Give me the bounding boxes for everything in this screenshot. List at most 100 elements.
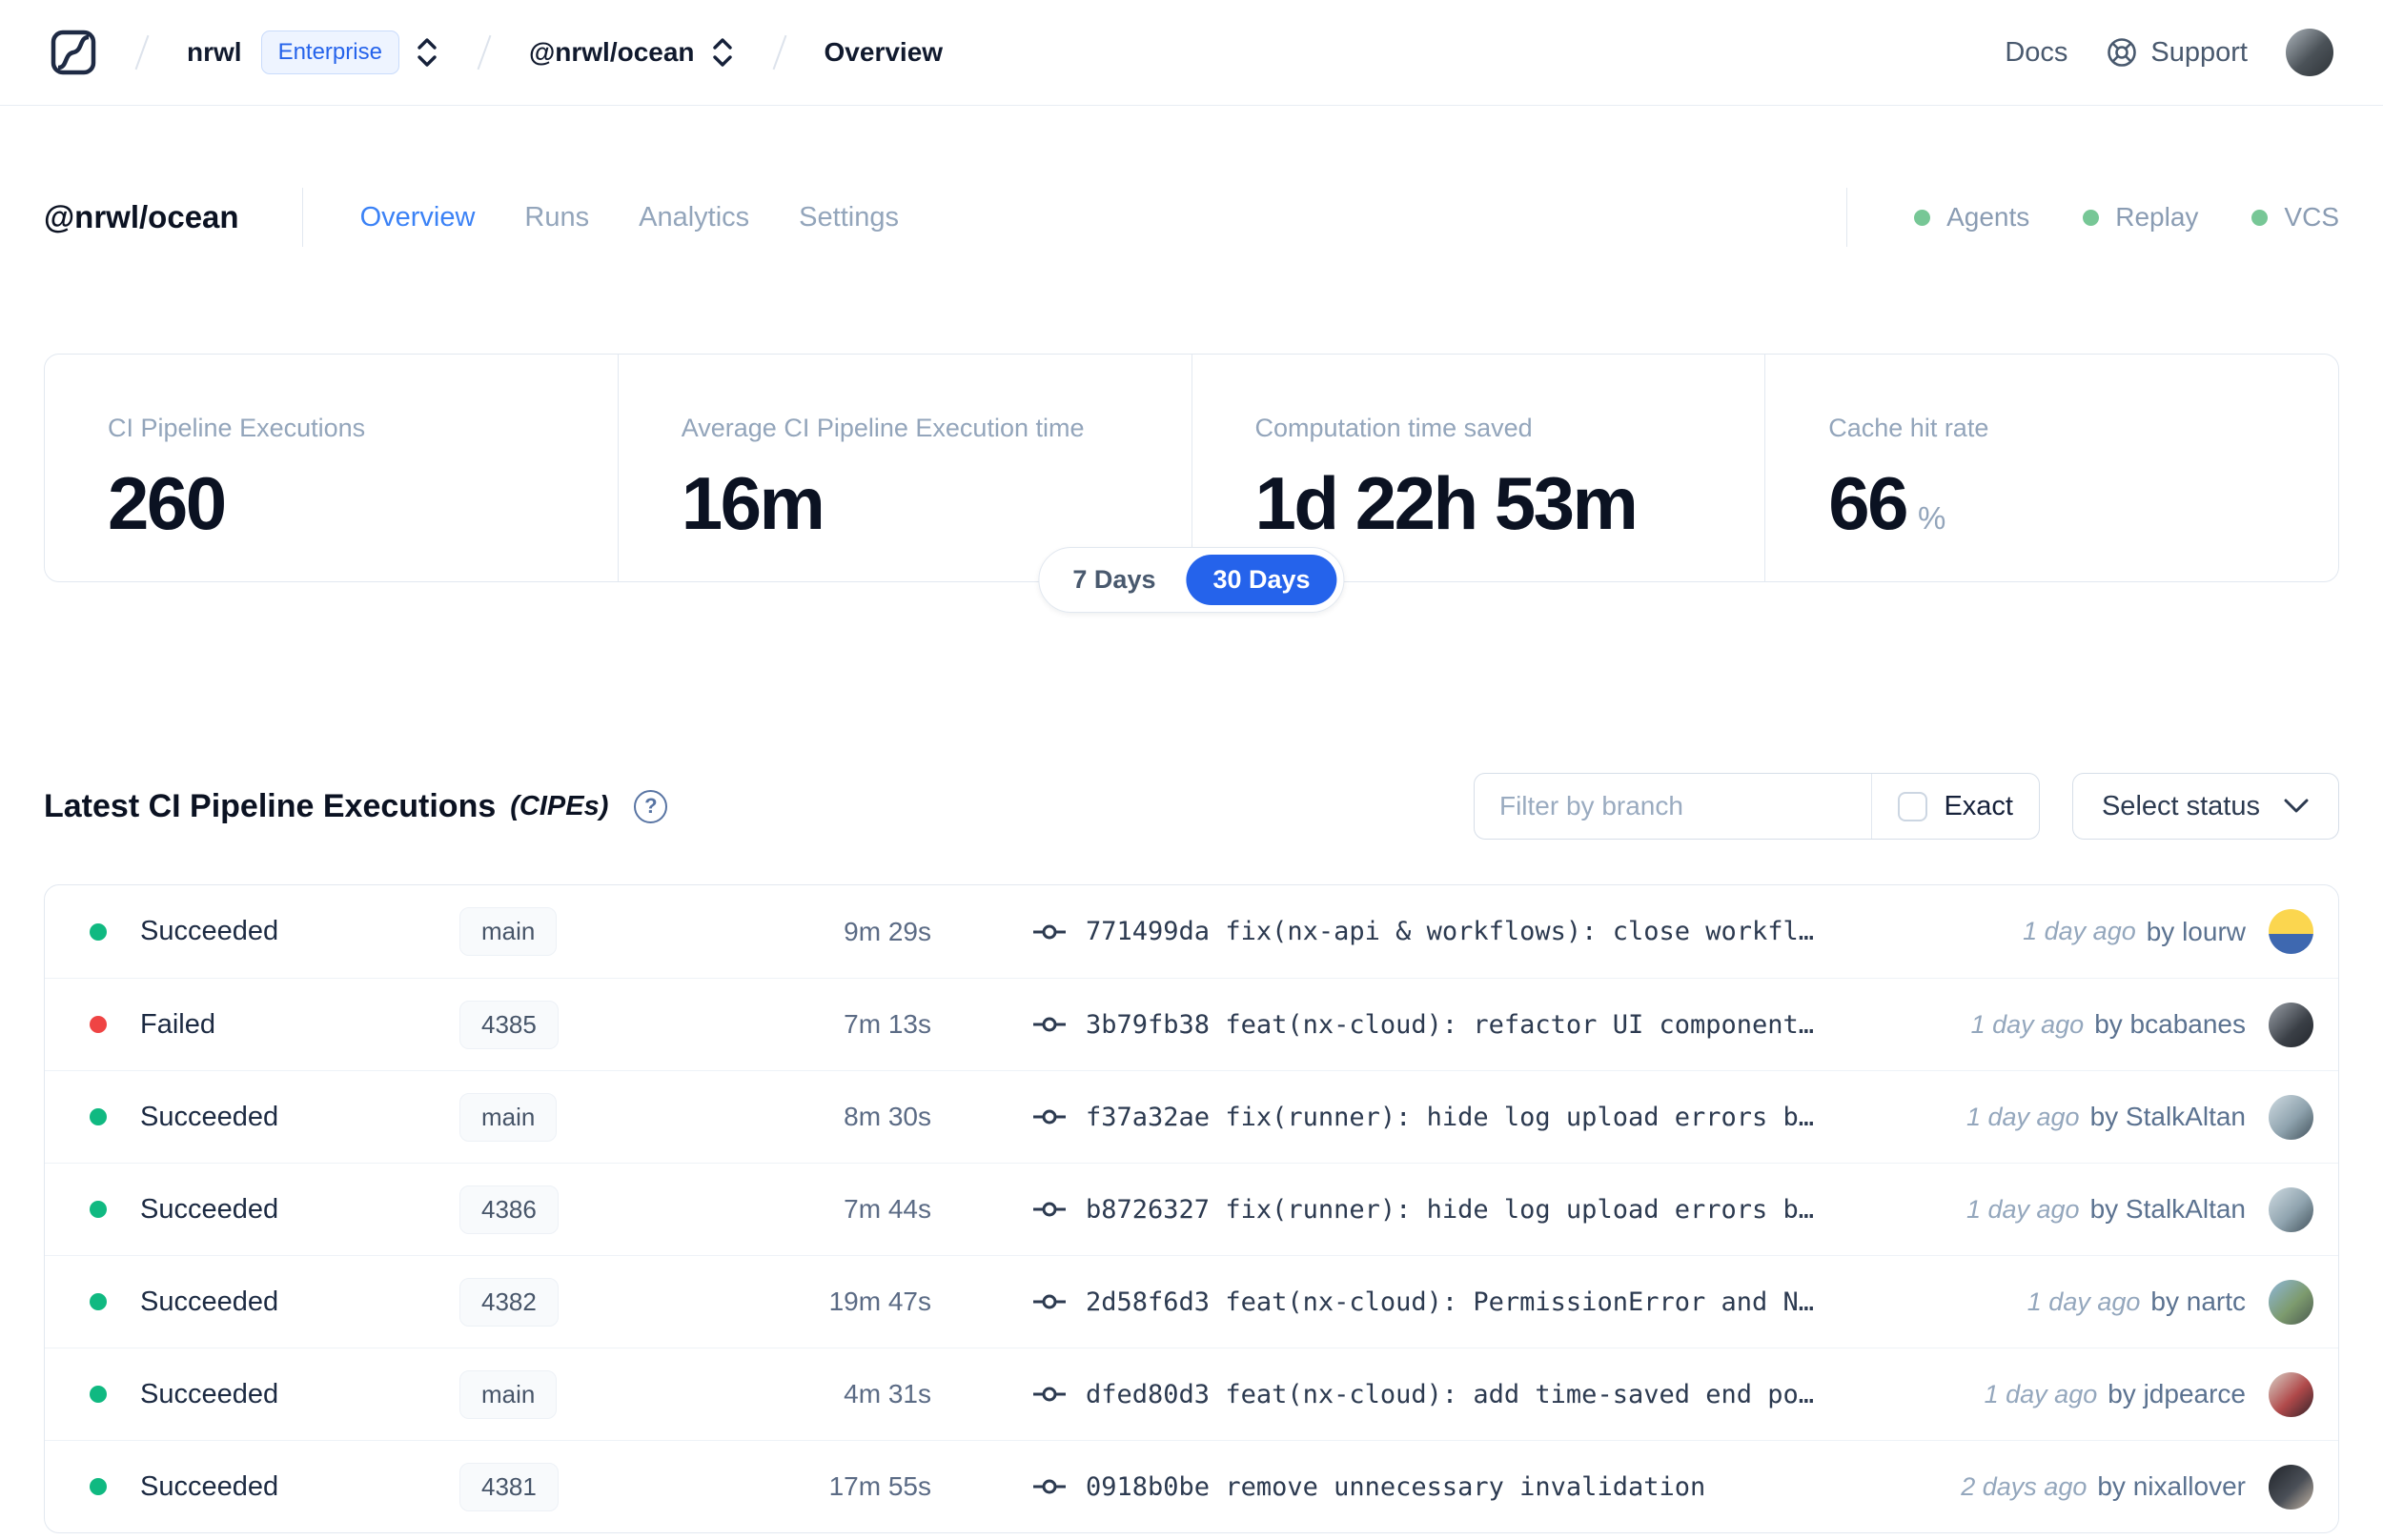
git-commit-icon: [1032, 1100, 1067, 1134]
stat-card: CI Pipeline Executions 260: [45, 355, 618, 581]
status-indicator-agents[interactable]: Agents: [1914, 202, 2029, 233]
range-option-30-days[interactable]: 30 Days: [1186, 555, 1337, 605]
commit-sha: 0918b0be: [1086, 1471, 1211, 1502]
duration-label: 8m 30s: [844, 1102, 931, 1131]
status-indicator-vcs[interactable]: VCS: [2251, 202, 2339, 233]
breadcrumb-workspace[interactable]: @nrwl/ocean: [529, 37, 695, 68]
branch-badge[interactable]: main: [459, 1092, 558, 1142]
branch-badge[interactable]: 4382: [459, 1277, 559, 1327]
commit-text[interactable]: 0918b0be remove unnecessary invalidation: [1086, 1472, 1705, 1502]
row-status-cell: Succeeded: [90, 1102, 459, 1133]
row-meta-cell: 1 day ago by lourw: [2023, 917, 2246, 947]
status-label: Succeeded: [140, 1378, 279, 1409]
avatar[interactable]: [2269, 909, 2313, 954]
section-title: Latest CI Pipeline Executions: [44, 787, 497, 824]
commit-message: feat(nx-cloud): add time-saved end po…: [1225, 1379, 1815, 1409]
nx-cloud-logo[interactable]: [50, 29, 97, 76]
status-label: Succeeded: [140, 1470, 279, 1502]
workspace-switcher-button[interactable]: [710, 36, 735, 69]
filters: Exact Select status: [1473, 773, 2339, 840]
table-row[interactable]: Succeeded main 4m 31s dfed80d3 feat(nx-c…: [45, 1348, 2338, 1440]
workspace-status-indicators: Agents Replay VCS: [1846, 188, 2339, 247]
tab-analytics[interactable]: Analytics: [639, 202, 749, 233]
stat-label: CI Pipeline Executions: [108, 414, 366, 442]
status-dot: [90, 1201, 107, 1218]
status-label: Failed: [140, 1008, 215, 1040]
avatar[interactable]: [2269, 1094, 2313, 1140]
top-navbar: nrwl Enterprise @nrwl/ocean Overview Doc…: [0, 0, 2383, 106]
commit-message: remove unnecessary invalidation: [1225, 1471, 1706, 1502]
commit-message: fix(nx-api & workflows): close workfl…: [1225, 917, 1815, 946]
avatar[interactable]: [2269, 1371, 2313, 1417]
breadcrumb: nrwl Enterprise @nrwl/ocean Overview: [50, 29, 943, 76]
breadcrumb-org[interactable]: nrwl: [187, 37, 242, 68]
branch-badge[interactable]: main: [459, 1369, 558, 1419]
branch-badge[interactable]: 4385: [459, 1000, 559, 1049]
commit-text[interactable]: dfed80d3 feat(nx-cloud): add time-saved …: [1086, 1380, 1814, 1409]
life-buoy-icon: [2106, 36, 2138, 69]
avatar[interactable]: [2269, 1464, 2313, 1510]
stat-value: 1d 22h 53m: [1254, 461, 1639, 545]
duration-label: 9m 29s: [844, 916, 931, 946]
row-meta-cell: 1 day ago by bcabanes: [1971, 1009, 2246, 1040]
row-branch-cell: main: [459, 1369, 745, 1419]
commit-text[interactable]: f37a32ae fix(runner): hide log upload er…: [1086, 1103, 1814, 1132]
row-status-cell: Succeeded: [90, 1194, 459, 1226]
time-ago-label: 1 day ago: [1984, 1379, 2098, 1408]
tab-overview[interactable]: Overview: [360, 202, 476, 233]
row-status-cell: Succeeded: [90, 1287, 459, 1318]
docs-link[interactable]: Docs: [2005, 37, 2067, 69]
author-label: by StalkAltan: [2089, 1102, 2246, 1131]
commit-text[interactable]: b8726327 fix(runner): hide log upload er…: [1086, 1195, 1814, 1225]
status-dot: [90, 1386, 107, 1403]
status-dot: [90, 1293, 107, 1310]
time-ago-label: 2 days ago: [1961, 1471, 2088, 1501]
chevron-down-icon: [2283, 798, 2310, 815]
commit-sha: b8726327: [1086, 1194, 1211, 1225]
time-ago-label: 1 day ago: [1965, 1194, 2080, 1224]
branch-filter-input[interactable]: [1474, 774, 1872, 839]
status-dot: [90, 1478, 107, 1495]
commit-sha: f37a32ae: [1086, 1102, 1211, 1132]
branch-badge[interactable]: 4386: [459, 1185, 559, 1234]
table-row[interactable]: Succeeded 4381 17m 55s 0918b0be remove u…: [45, 1440, 2338, 1532]
avatar[interactable]: [2269, 1002, 2313, 1047]
breadcrumb-page: Overview: [824, 37, 944, 67]
stat-label: Cache hit rate: [1828, 414, 1989, 442]
commit-message: fix(runner): hide log upload errors b…: [1225, 1102, 1815, 1132]
status-indicator-label: Agents: [1946, 202, 2030, 232]
table-row[interactable]: Succeeded main 9m 29s 771499da fix(nx-ap…: [45, 885, 2338, 978]
commit-text[interactable]: 771499da fix(nx-api & workflows): close …: [1086, 917, 1814, 946]
avatar[interactable]: [2269, 1186, 2313, 1232]
table-row[interactable]: Succeeded main 8m 30s f37a32ae fix(runne…: [45, 1070, 2338, 1163]
user-avatar[interactable]: [2286, 29, 2333, 76]
help-icon[interactable]: ?: [634, 789, 668, 823]
status-select-dropdown[interactable]: Select status: [2071, 773, 2339, 840]
table-row[interactable]: Failed 4385 7m 13s 3b79fb38 feat(nx-clou…: [45, 978, 2338, 1070]
tab-runs[interactable]: Runs: [524, 202, 589, 233]
stat-value: 66%: [1828, 461, 1946, 545]
support-link[interactable]: Support: [2106, 36, 2248, 69]
exact-checkbox[interactable]: [1898, 791, 1928, 821]
tab-settings[interactable]: Settings: [799, 202, 899, 233]
branch-badge[interactable]: main: [459, 907, 558, 956]
org-switcher-button[interactable]: [415, 36, 439, 69]
avatar[interactable]: [2269, 1279, 2313, 1325]
range-option-7-days[interactable]: 7 Days: [1046, 555, 1182, 605]
row-status-cell: Failed: [90, 1009, 459, 1041]
green-status-dot-icon: [2083, 209, 2100, 226]
git-commit-icon: [1032, 1377, 1067, 1411]
commit-sha: 3b79fb38: [1086, 1009, 1211, 1040]
author-label: by bcabanes: [2094, 1009, 2246, 1039]
row-commit-cell: 2d58f6d3 feat(nx-cloud): PermissionError…: [1032, 1285, 1999, 1319]
table-row[interactable]: Succeeded 4382 19m 47s 2d58f6d3 feat(nx-…: [45, 1255, 2338, 1348]
commit-text[interactable]: 2d58f6d3 feat(nx-cloud): PermissionError…: [1086, 1287, 1814, 1317]
status-indicator-replay[interactable]: Replay: [2083, 202, 2198, 233]
stat-card: Cache hit rate 66%: [1764, 355, 2338, 581]
exact-match-toggle[interactable]: Exact: [1872, 774, 2039, 839]
branch-badge[interactable]: 4381: [459, 1462, 559, 1511]
table-row[interactable]: Succeeded 4386 7m 44s b8726327 fix(runne…: [45, 1163, 2338, 1255]
commit-text[interactable]: 3b79fb38 feat(nx-cloud): refactor UI com…: [1086, 1010, 1814, 1040]
row-branch-cell: main: [459, 1092, 745, 1142]
stat-value: 260: [108, 461, 227, 545]
